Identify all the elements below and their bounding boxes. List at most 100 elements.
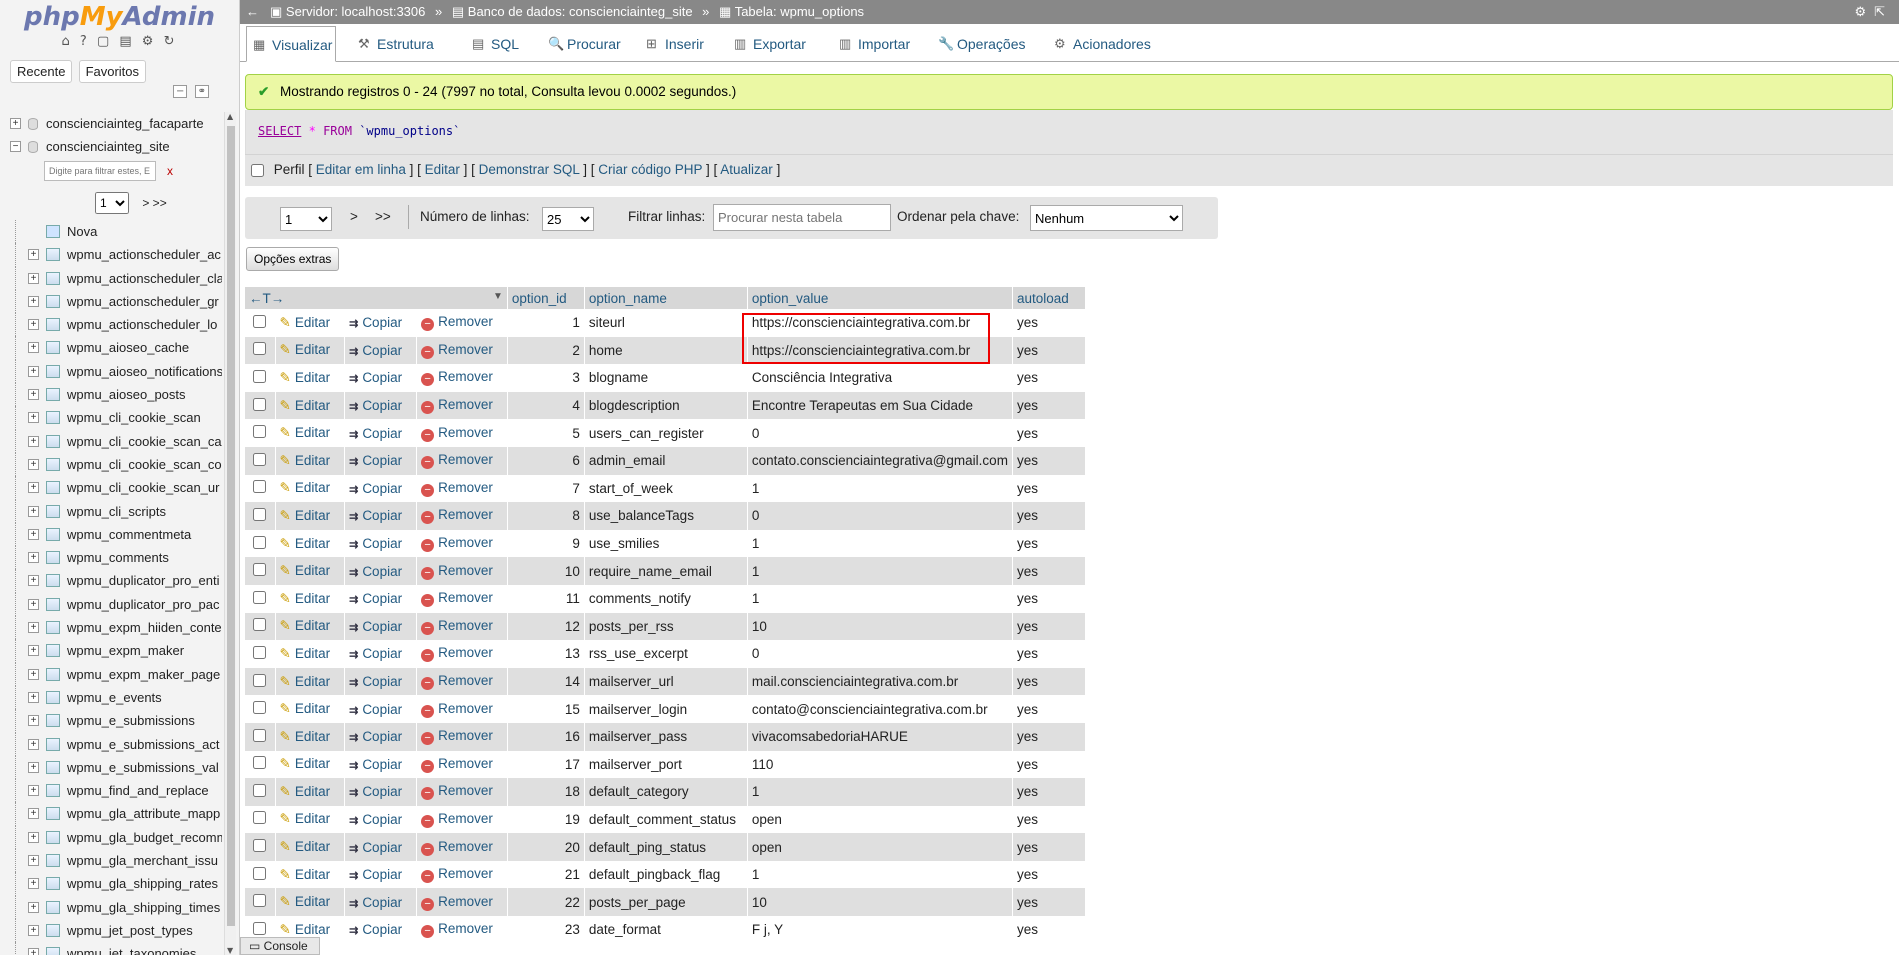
row-checkbox[interactable] — [253, 397, 267, 411]
column-arrows-header[interactable]: ←T→ ▼ — [245, 287, 508, 309]
edit-button[interactable]: ✎ Editar — [280, 453, 331, 468]
sidebar-table-label[interactable]: wpmu_actionscheduler_cla — [67, 271, 222, 286]
sidebar-table-label[interactable]: wpmu_aioseo_cache — [67, 340, 189, 355]
row-checkbox[interactable] — [253, 342, 267, 356]
option-value-cell[interactable]: contato.conscienciaintegrativa@gmail.com — [747, 446, 1013, 475]
option-value-cell[interactable]: https://conscienciaintegrativa.com.br — [747, 309, 1013, 337]
expand-icon[interactable]: + — [28, 295, 39, 307]
option-name-cell[interactable]: home — [584, 336, 748, 365]
remove-button[interactable]: − Remover — [421, 866, 493, 884]
sidebar-table-label[interactable]: wpmu_find_and_replace — [67, 783, 209, 798]
rows-select[interactable]: 25 — [542, 207, 594, 231]
sidebar-table-item[interactable]: + wpmu_gla_budget_recomm — [0, 825, 222, 850]
sidebar-table-label[interactable]: wpmu_cli_cookie_scan_ur — [67, 480, 219, 495]
tab-acionadores[interactable]: ⚙ Acionadores — [1048, 26, 1151, 62]
autoload-cell[interactable]: yes — [1012, 833, 1086, 861]
option-id-cell[interactable]: 4 — [507, 391, 585, 420]
copy-button[interactable]: ⇉ Copiar — [349, 370, 402, 385]
edit-button[interactable]: ✎ Editar — [280, 811, 331, 826]
next-page-button[interactable]: > — [350, 209, 358, 224]
remove-button[interactable]: − Remover — [421, 369, 493, 387]
sidebar-table-label[interactable]: wpmu_aioseo_notifications — [67, 364, 222, 379]
autoload-cell[interactable]: yes — [1012, 778, 1086, 806]
table-row[interactable]: ✎ Editar ⇉ Copiar − Remover 8 use_balanceTags 0 y… — [245, 502, 1086, 530]
inline-edit-link[interactable]: Editar em linha — [316, 162, 406, 177]
tab-importar[interactable]: ▥ Importar — [833, 26, 910, 62]
option-value-cell[interactable]: Consciência Integrativa — [747, 364, 1013, 392]
table-row[interactable]: ✎ Editar ⇉ Copiar − Remover 5 users_can_registe… — [245, 419, 1086, 447]
sidebar-table-item[interactable]: + wpmu_aioseo_notifications — [0, 359, 222, 384]
copy-button[interactable]: ⇉ Copiar — [349, 315, 402, 330]
copy-button[interactable]: ⇉ Copiar — [349, 619, 402, 634]
db-label[interactable]: conscienciainteg_site — [46, 139, 170, 154]
autoload-cell[interactable]: yes — [1012, 529, 1086, 558]
option-name-cell[interactable]: start_of_week — [584, 474, 748, 503]
option-name-cell[interactable]: posts_per_rss — [584, 612, 748, 641]
autoload-cell[interactable]: yes — [1012, 916, 1086, 944]
option-name-cell[interactable]: use_smilies — [584, 529, 748, 558]
option-id-cell[interactable]: 15 — [507, 695, 585, 723]
expand-icon[interactable]: + — [28, 691, 39, 703]
option-name-cell[interactable]: admin_email — [584, 446, 748, 475]
expand-icon[interactable]: + — [28, 528, 39, 540]
autoload-cell[interactable]: yes — [1012, 695, 1086, 723]
column-arrows[interactable]: ←T→ — [249, 291, 284, 306]
table-row[interactable]: ✎ Editar ⇉ Copiar − Remover 3 blogname Consciênc… — [245, 364, 1086, 392]
edit-button[interactable]: ✎ Editar — [280, 370, 331, 385]
sidebar-table-item[interactable]: + wpmu_jet_post_types — [0, 918, 222, 943]
console-button[interactable]: ▭ Console — [240, 937, 320, 955]
copy-button[interactable]: ⇉ Copiar — [349, 591, 402, 606]
breadcrumb-database[interactable]: ▤ Banco de dados: conscienciainteg_site — [452, 4, 693, 19]
row-checkbox[interactable] — [253, 839, 267, 853]
expand-icon[interactable]: + — [28, 272, 39, 284]
copy-button[interactable]: ⇉ Copiar — [349, 674, 402, 689]
expand-icon[interactable]: + — [28, 412, 39, 424]
sidebar-table-label[interactable]: wpmu_gla_shipping_times — [67, 900, 220, 915]
remove-button[interactable]: − Remover — [421, 701, 493, 718]
copy-button[interactable]: ⇉ Copiar — [349, 646, 402, 661]
autoload-cell[interactable]: yes — [1012, 557, 1086, 585]
expand-icon[interactable]: + — [28, 552, 39, 564]
sidebar-table-item[interactable]: + wpmu_actionscheduler_cla — [0, 266, 222, 290]
table-filter-input[interactable] — [44, 161, 156, 181]
autoload-cell[interactable]: yes — [1012, 722, 1086, 751]
option-id-cell[interactable]: 1 — [507, 309, 585, 337]
new-table-label[interactable]: Nova — [67, 224, 97, 239]
row-checkbox[interactable] — [253, 369, 267, 383]
sidebar-table-item[interactable]: + wpmu_e_submissions_act — [0, 732, 222, 756]
tab-operacoes[interactable]: 🔧 Operações — [932, 26, 1025, 62]
expand-icon[interactable]: + — [28, 342, 39, 354]
option-value-cell[interactable]: 1 — [747, 529, 1013, 558]
edit-button[interactable]: ✎ Editar — [280, 784, 331, 799]
table-row[interactable]: ✎ Editar ⇉ Copiar − Remover 19 default_comment_… — [245, 805, 1086, 834]
table-row[interactable]: ✎ Editar ⇉ Copiar − Remover 16 mailserver_pass v… — [245, 722, 1086, 751]
edit-button[interactable]: ✎ Editar — [280, 480, 331, 495]
copy-button[interactable]: ⇉ Copiar — [349, 508, 402, 523]
autoload-cell[interactable]: yes — [1012, 309, 1086, 337]
remove-button[interactable]: − Remover — [421, 894, 493, 911]
row-checkbox[interactable] — [253, 701, 267, 715]
edit-button[interactable]: ✎ Editar — [280, 591, 331, 606]
link-icon[interactable]: ⚭ — [194, 85, 209, 98]
option-value-cell[interactable]: 1 — [747, 557, 1013, 585]
sidebar-table-label[interactable]: wpmu_gla_shipping_rates — [67, 876, 218, 891]
option-value-cell[interactable]: F j, Y — [747, 916, 1013, 944]
option-value-cell[interactable]: mail.conscienciaintegrativa.com.br — [747, 667, 1013, 696]
edit-link[interactable]: Editar — [425, 162, 460, 177]
breadcrumb-server[interactable]: ▣ Servidor: localhost:3306 — [270, 4, 425, 19]
remove-button[interactable]: − Remover — [421, 728, 493, 746]
row-checkbox[interactable] — [253, 535, 267, 549]
row-checkbox[interactable] — [253, 756, 267, 770]
row-checkbox[interactable] — [253, 811, 267, 825]
autoload-cell[interactable]: yes — [1012, 612, 1086, 641]
sidebar-table-label[interactable]: wpmu_duplicator_pro_pac — [67, 597, 219, 612]
remove-button[interactable]: − Remover — [421, 618, 493, 635]
table-row[interactable]: ✎ Editar ⇉ Copiar − Remover 20 default_ping_sta… — [245, 833, 1086, 861]
sidebar-table-item[interactable]: + wpmu_expm_hiiden_conte — [0, 616, 222, 640]
table-row[interactable]: ✎ Editar ⇉ Copiar − Remover 2 home https://consc… — [245, 336, 1086, 365]
table-row[interactable]: ✎ Editar ⇉ Copiar − Remover 12 posts_per_rss 10 y… — [245, 612, 1086, 641]
tab-procurar[interactable]: 🔍 Procurar — [542, 26, 621, 62]
remove-button[interactable]: − Remover — [421, 452, 493, 470]
sidebar-table-label[interactable]: wpmu_actionscheduler_lo — [67, 317, 217, 332]
option-name-cell[interactable]: default_category — [584, 778, 748, 806]
